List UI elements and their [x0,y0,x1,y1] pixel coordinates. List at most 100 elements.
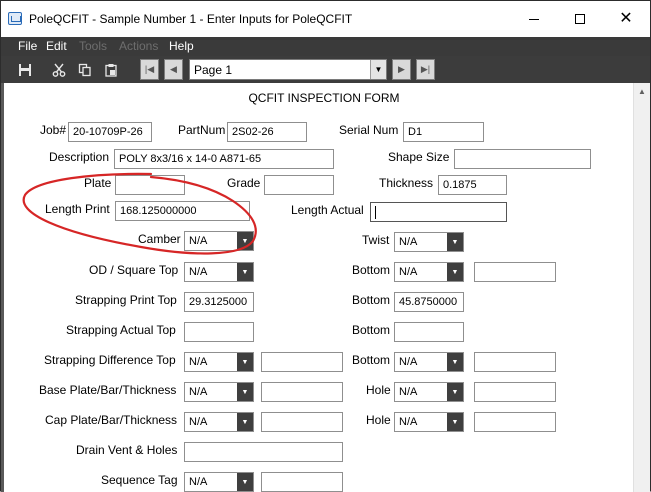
previous-page-button[interactable]: ◀ [164,59,183,80]
shape-size-input[interactable] [454,149,591,169]
cap-plate-input[interactable] [261,412,343,432]
cap-plate-label: Cap Plate/Bar/Thickness [45,413,178,427]
serial-label: Serial Num [339,123,399,137]
cap-plate-select-value: N/A [189,416,208,428]
sequence-tag-input[interactable] [261,472,343,492]
cut-button[interactable] [49,60,69,79]
description-input[interactable]: POLY 8x3/16 x 14-0 A871-65 [114,149,334,169]
thickness-input[interactable]: 0.1875 [438,175,507,195]
drain-vent-input[interactable] [184,442,343,462]
title-bar[interactable]: PoleQCFIT - Sample Number 1 - Enter Inpu… [1,1,650,37]
length-print-label: Length Print [45,202,110,216]
page-select-value: Page 1 [194,63,233,77]
base-plate-input[interactable] [261,382,343,402]
cap-plate-select[interactable]: N/A ▼ [184,412,254,432]
window-title: PoleQCFIT - Sample Number 1 - Enter Inpu… [29,12,353,26]
grade-label: Grade [227,176,261,190]
last-page-button[interactable]: ▶| [416,59,435,80]
strapping-difference-top-select-value: N/A [189,356,208,368]
od-bottom-input[interactable] [474,262,556,282]
first-page-button[interactable]: |◀ [140,59,159,80]
strapping-actual-top-input[interactable] [184,322,254,342]
od-top-select[interactable]: N/A ▼ [184,262,254,282]
scroll-up-icon[interactable]: ▲ [638,87,646,96]
strapping-print-bottom-input[interactable]: 45.8750000 [394,292,464,312]
sequence-tag-select[interactable]: N/A ▼ [184,472,254,492]
next-icon: ▶ [398,64,405,74]
serial-input[interactable]: D1 [403,122,484,142]
cap-hole-select[interactable]: N/A ▼ [394,412,464,432]
next-page-button[interactable]: ▶ [392,59,411,80]
strapping-difference-top-input[interactable] [261,352,343,372]
maximize-button[interactable] [557,1,603,37]
chevron-down-icon: ▼ [447,383,463,401]
strapping-actual-bottom-label: Bottom [352,323,391,337]
menu-bar: File Edit Tools Actions Help [1,37,650,56]
scissors-icon [52,63,66,77]
vertical-scrollbar[interactable]: ▲ [633,83,650,492]
od-bottom-label: Bottom [352,263,391,277]
strapping-actual-bottom-input[interactable] [394,322,464,342]
text-cursor [375,206,376,219]
strapping-difference-bottom-input[interactable] [474,352,556,372]
maximize-icon [575,14,585,24]
chevron-down-icon: ▼ [447,413,463,431]
od-bottom-select-value: N/A [399,266,418,278]
twist-select-value: N/A [399,236,418,248]
page-select[interactable]: Page 1 ▼ [189,59,387,80]
description-label: Description [49,150,110,164]
sequence-tag-label: Sequence Tag [101,473,178,487]
chevron-down-icon: ▼ [237,413,253,431]
strapping-difference-bottom-select[interactable]: N/A ▼ [394,352,464,372]
base-hole-input[interactable] [474,382,556,402]
menu-help[interactable]: Help [169,39,194,53]
base-plate-label: Base Plate/Bar/Thickness [39,383,177,397]
strapping-print-top-label: Strapping Print Top [75,293,177,307]
save-button[interactable] [15,60,35,79]
plate-input[interactable] [115,175,185,195]
length-actual-input[interactable] [370,202,507,222]
minimize-button[interactable] [511,1,557,37]
strapping-print-bottom-label: Bottom [352,293,391,307]
paste-button[interactable] [101,60,121,79]
base-plate-select[interactable]: N/A ▼ [184,382,254,402]
plate-label: Plate [84,176,112,190]
grade-input[interactable] [264,175,334,195]
shape-size-label: Shape Size [388,150,450,164]
od-bottom-select[interactable]: N/A ▼ [394,262,464,282]
cap-hole-input[interactable] [474,412,556,432]
chevron-down-icon: ▼ [237,383,253,401]
camber-select[interactable]: N/A ▼ [184,231,254,251]
menu-tools: Tools [79,39,108,53]
minimize-icon [529,18,539,20]
job-input[interactable]: 20-10709P-26 [68,122,152,142]
first-page-icon: |◀ [144,64,155,74]
cap-hole-label: Hole [366,413,391,427]
partnum-input[interactable]: 2S02-26 [227,122,307,142]
strapping-print-top-input[interactable]: 29.3125000 [184,292,254,312]
menu-file[interactable]: File [18,39,37,53]
base-plate-select-value: N/A [189,386,208,398]
menu-edit[interactable]: Edit [46,39,67,53]
previous-icon: ◀ [170,64,177,74]
camber-select-value: N/A [189,235,208,247]
od-top-select-value: N/A [189,266,208,278]
base-hole-label: Hole [366,383,391,397]
thickness-label: Thickness [379,176,434,190]
base-hole-select-value: N/A [399,386,418,398]
last-page-icon: ▶| [420,64,431,74]
strapping-difference-top-select[interactable]: N/A ▼ [184,352,254,372]
save-icon [19,63,31,76]
base-hole-select[interactable]: N/A ▼ [394,382,464,402]
clipboard-icon [105,63,117,77]
chevron-down-icon: ▼ [370,60,386,79]
toolbar: |◀ ◀ Page 1 ▼ ▶ ▶| [1,56,650,83]
twist-select[interactable]: N/A ▼ [394,232,464,252]
close-button[interactable]: ✕ [603,1,649,37]
strapping-difference-bottom-label: Bottom [352,353,391,367]
chevron-down-icon: ▼ [447,233,463,251]
length-print-input[interactable]: 168.125000000 [115,201,250,221]
chevron-down-icon: ▼ [237,232,253,250]
strapping-difference-bottom-select-value: N/A [399,356,418,368]
copy-button[interactable] [75,60,95,79]
